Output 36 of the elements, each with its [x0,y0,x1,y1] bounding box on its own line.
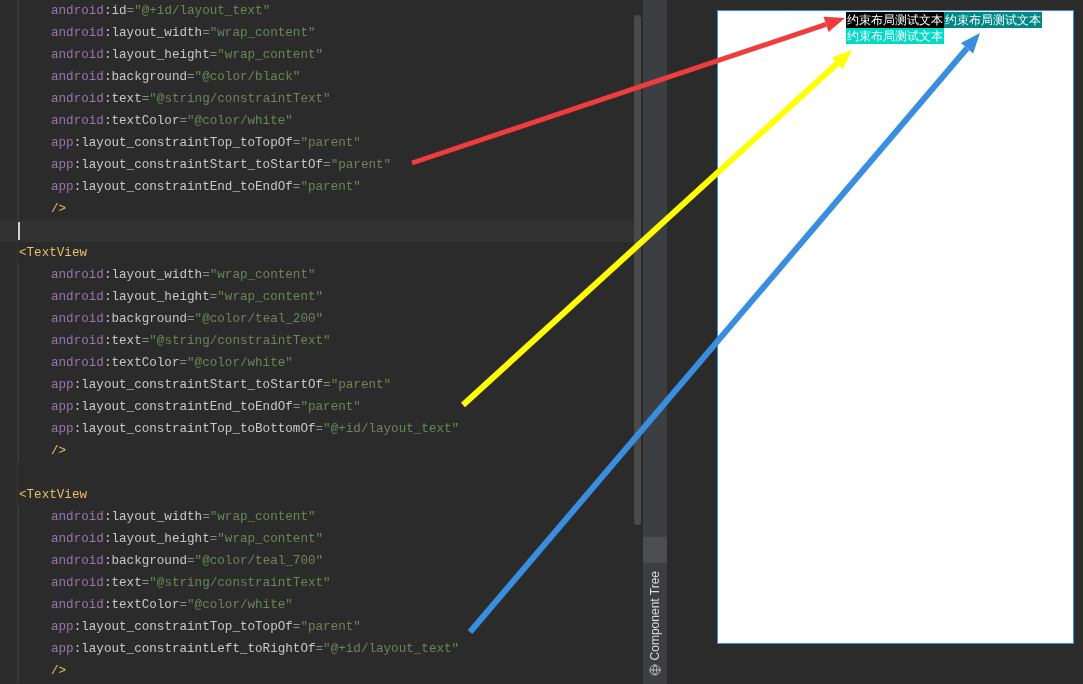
code-line: android:textColor="@color/white" [51,113,293,130]
code-line: android:layout_width="wrap_content" [51,509,316,526]
component-tree-tab[interactable]: Component Tree [643,562,667,684]
code-line: app:layout_constraintTop_toTopOf="parent" [51,619,361,636]
code-line: /> [51,443,67,460]
code-line: android:layout_height="wrap_content" [51,47,324,64]
code-line: app:layout_constraintStart_toStartOf="parent" [51,157,392,174]
code-line: android:layout_height="wrap_content" [51,531,324,548]
globe-icon [649,664,661,676]
text-view: 约束布局测试文本 [846,28,944,44]
code-line: android:background="@color/black" [51,69,301,86]
code-line: /> [51,201,67,218]
code-line: android:layout_height="wrap_content" [51,289,324,306]
code-line: android:text="@string/constraintText" [51,333,331,350]
code-line: app:layout_constraintStart_toStartOf="parent" [51,377,392,394]
code-line: app:layout_constraintTop_toBottomOf="@+id/layout_text" [51,421,460,438]
text-view: 约束布局测试文本 [846,12,944,28]
code-line: android:layout_width="wrap_content" [51,267,316,284]
code-line: android:textColor="@color/white" [51,597,293,614]
text-view: 约束布局测试文本 [944,12,1042,28]
code-line: <TextView [19,487,88,504]
code-line: android:background="@color/teal_700" [51,553,324,570]
code-line: android:background="@color/teal_200" [51,311,324,328]
code-line: android:id="@+id/layout_text" [51,3,271,20]
code-line: android:text="@string/constraintText" [51,91,331,108]
text-caret [18,222,20,240]
code-line: app:layout_constraintEnd_toEndOf="parent" [51,399,361,416]
code-line: /> [51,663,67,680]
code-line: android:textColor="@color/white" [51,355,293,372]
code-line: app:layout_constraintEnd_toEndOf="parent" [51,179,361,196]
code-line: android:text="@string/constraintText" [51,575,331,592]
code-line: app:layout_constraintTop_toTopOf="parent" [51,135,361,152]
scrollbar-thumb[interactable] [634,15,641,525]
code-line: android:layout_width="wrap_content" [51,25,316,42]
code-line: app:layout_constraintLeft_toRightOf="@+id/layout_text" [51,641,460,658]
code-line: <TextView [19,245,88,262]
